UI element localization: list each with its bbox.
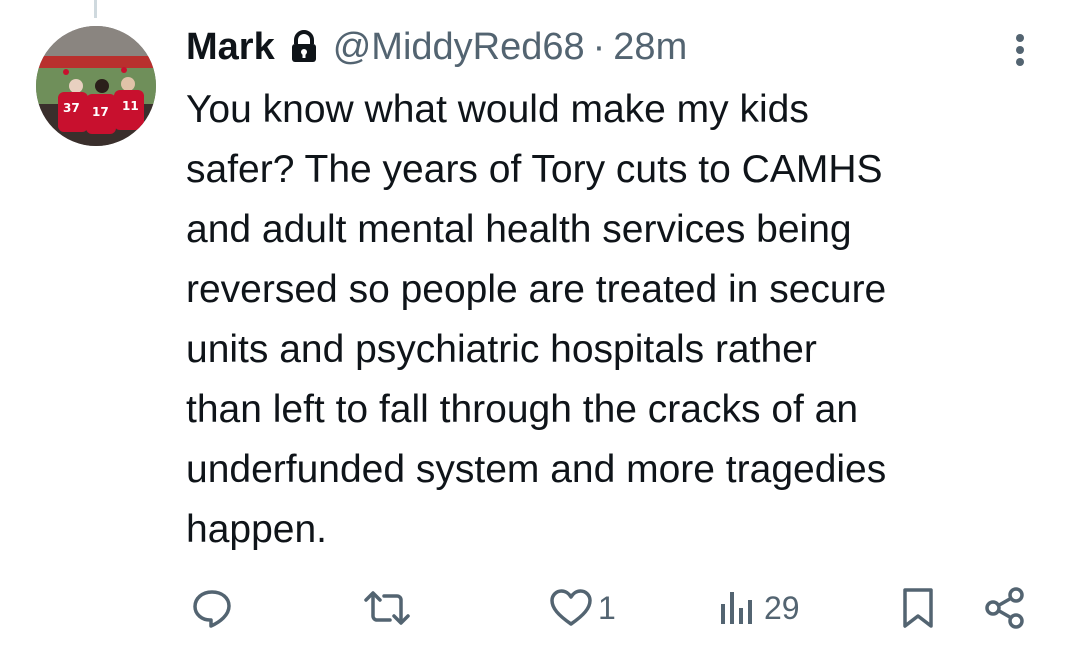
retweet-icon xyxy=(364,591,410,625)
retweet-button[interactable] xyxy=(362,580,416,636)
header-separator: · xyxy=(592,25,606,68)
views-icon xyxy=(721,592,752,624)
bookmark-icon xyxy=(903,588,933,628)
tweet-body-text: You know what would make my kids safer? … xyxy=(186,88,887,551)
author-name[interactable]: Mark xyxy=(186,26,275,69)
avatar-shirt-number: 17 xyxy=(92,105,109,119)
avatar-shirt-number: 37 xyxy=(63,101,80,115)
tweet-timestamp[interactable]: 28m xyxy=(613,26,687,69)
share-button[interactable] xyxy=(982,580,1028,636)
share-icon xyxy=(985,587,1024,629)
more-options-icon[interactable] xyxy=(1006,30,1034,70)
avatar-shirt-number: 11 xyxy=(122,99,139,113)
reply-icon xyxy=(193,590,231,628)
views-button[interactable]: 29 xyxy=(716,580,800,636)
thread-connector-line xyxy=(94,0,97,18)
bookmark-button[interactable] xyxy=(898,580,938,636)
avatar[interactable]: 37 17 11 xyxy=(36,26,156,146)
like-button[interactable]: 1 xyxy=(548,580,616,636)
lock-icon xyxy=(289,30,319,64)
tweet-header: Mark @MiddyRed68 · 28m xyxy=(186,22,687,72)
reply-button[interactable] xyxy=(190,580,238,636)
author-handle[interactable]: @MiddyRed68 xyxy=(333,26,585,69)
heart-icon xyxy=(550,589,592,626)
views-count: 29 xyxy=(764,589,800,626)
tweet-actions-bar: 1 29 xyxy=(186,580,1036,636)
like-count: 1 xyxy=(598,589,616,626)
avatar-image: 37 17 11 xyxy=(36,26,156,146)
